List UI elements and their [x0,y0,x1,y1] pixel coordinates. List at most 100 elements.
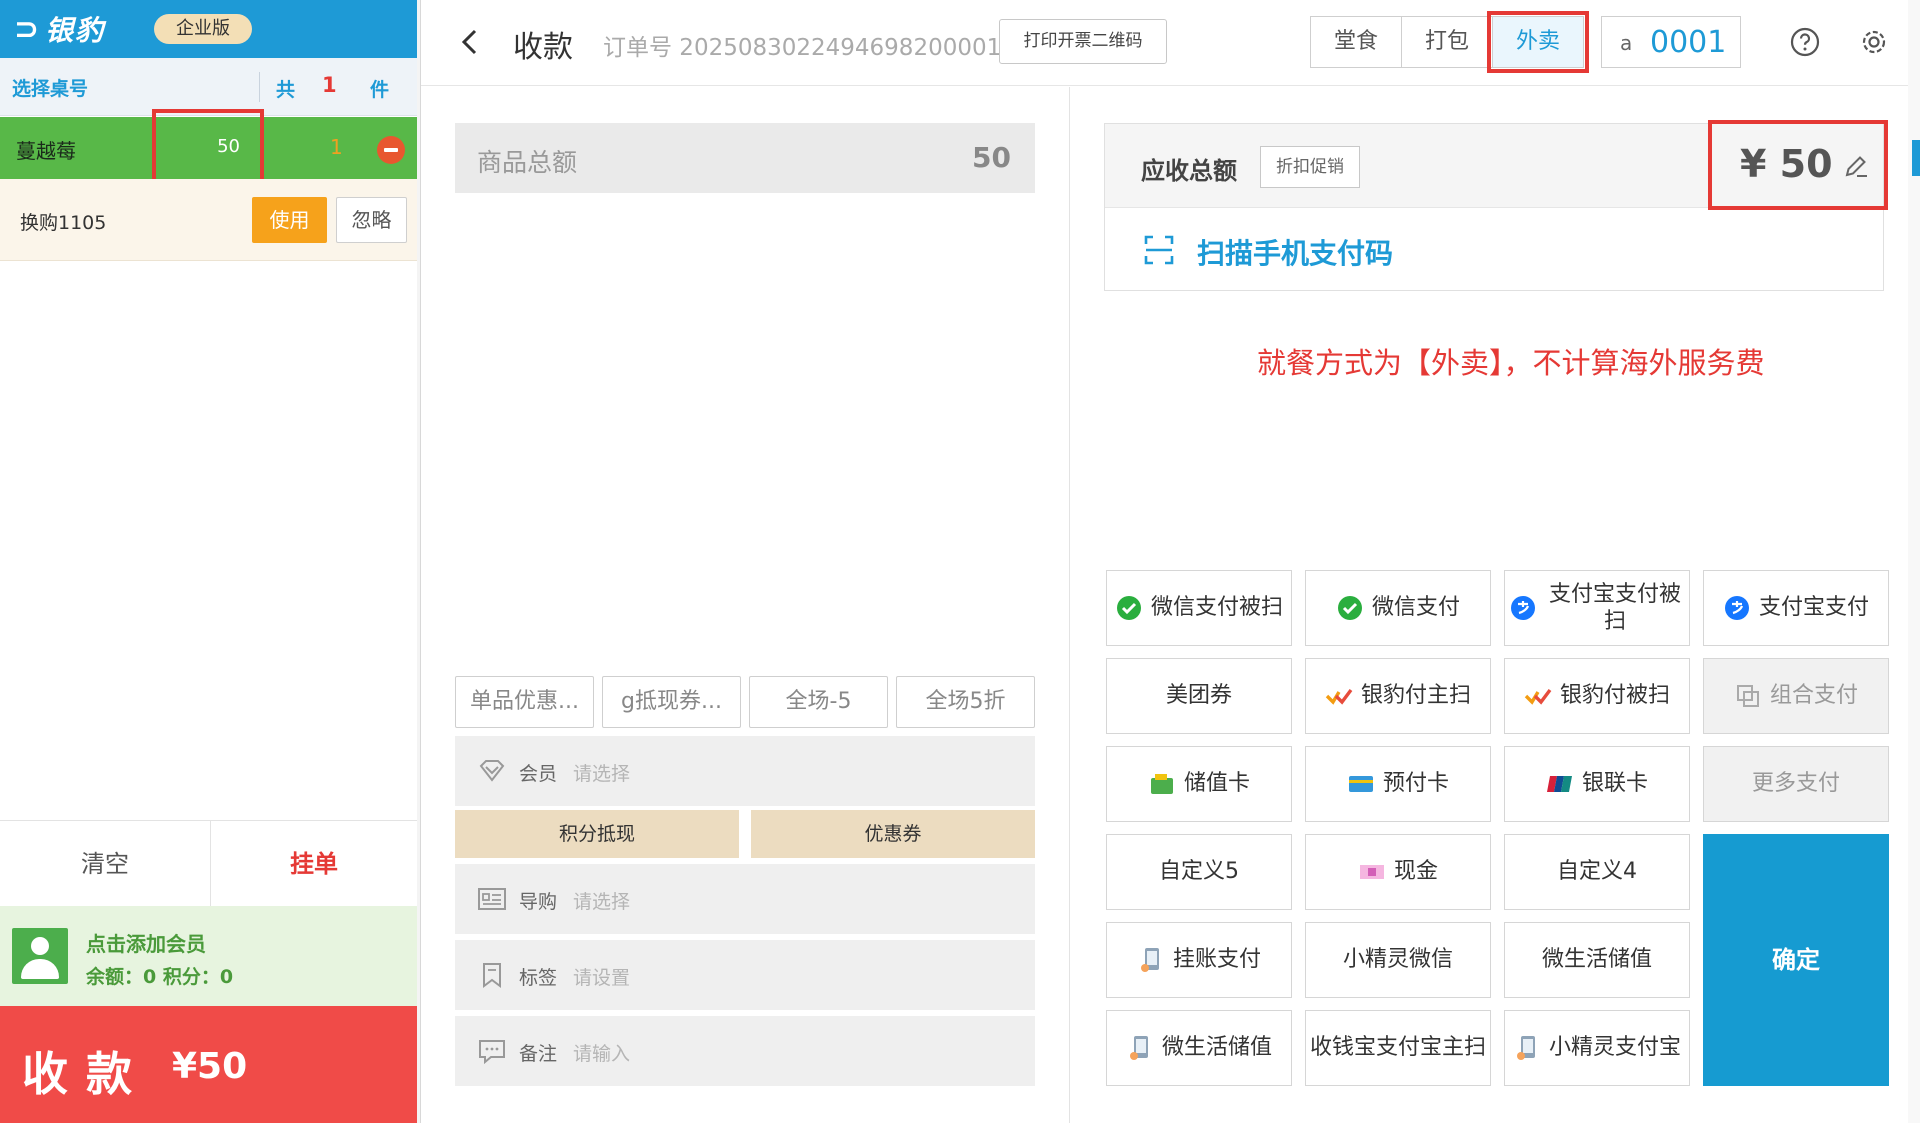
member-bar[interactable]: 点击添加会员 余额：0 积分：0 [0,906,417,1006]
coupon-button[interactable]: 优惠券 [751,810,1035,858]
guide-select-row[interactable]: 导购 请选择 [455,864,1035,934]
pay-cash[interactable]: 现金 [1305,834,1491,910]
help-icon[interactable] [1789,26,1821,58]
payment-method-grid: 微信支付被扫 微信支付 支付宝支付被扫 支付宝支付 美团券 银豹付主扫 银豹付被… [1106,570,1889,1088]
note-label: 备注 [519,1043,558,1065]
checkout-label: 收款 [22,1047,150,1101]
pay-yinbao-active-scan[interactable]: 银豹付主扫 [1305,658,1491,734]
pay-xiaojingling-wechat[interactable]: 小精灵微信 [1305,922,1491,998]
item-price-highlight [152,109,264,187]
print-invoice-qr-button[interactable]: 打印开票二维码 [999,19,1167,64]
wechat-icon [1337,596,1362,620]
hold-order-button[interactable]: 挂单 [211,821,417,907]
tag-select-row[interactable]: 标签 请设置 [455,940,1035,1010]
pay-label: 支付宝支付 [1758,595,1869,621]
table-number: 0001 [1650,25,1727,60]
pay-weishenghuo-stored-1[interactable]: 微生活储值 [1504,922,1690,998]
pay-wechat-scanned[interactable]: 微信支付被扫 [1106,570,1292,646]
phone-icon [1129,1036,1148,1060]
gear-icon[interactable] [1858,26,1890,58]
tab-delivery[interactable]: 外卖 [1487,11,1589,73]
pay-label: 微信支付被扫 [1150,595,1283,621]
pay-custom-5[interactable]: 自定义5 [1106,834,1292,910]
item-name: 蔓越莓 [16,139,76,163]
remove-item-icon[interactable] [377,136,405,164]
receivable-card: 应收总额 折扣促销 ¥ 50 扫描手机支付码 [1104,120,1888,291]
scan-payment-code-button[interactable]: 扫描手机支付码 [1197,232,1393,272]
table-number-field[interactable]: a 0001 [1601,16,1741,68]
pay-shouqianbao-alipay[interactable]: 收钱宝支付宝主扫 [1305,1010,1491,1086]
piece-label: 件 [370,79,390,101]
tab-dine-in[interactable]: 堂食 [1310,16,1402,68]
brand-logo-icon: ⊃ [14,11,42,47]
pay-yinbao-scanned[interactable]: 银豹付被扫 [1504,658,1690,734]
member-select-row[interactable]: 会员 请选择 [455,736,1035,806]
promo-tab-minus-5[interactable]: 全场-5 [749,676,888,728]
promo-tab-voucher[interactable]: g抵现券... [602,676,741,728]
pay-stored-value-card[interactable]: 储值卡 [1106,746,1292,822]
pay-alipay[interactable]: 支付宝支付 [1703,570,1889,646]
pay-weishenghuo-stored-2[interactable]: 微生活储值 [1106,1010,1292,1086]
promo-tab-half-off[interactable]: 全场5折 [896,676,1035,728]
discount-promo-button[interactable]: 折扣促销 [1260,146,1360,188]
guide-label: 导购 [519,891,558,913]
pay-label: 小精灵支付宝 [1548,1035,1681,1061]
add-member-link[interactable]: 点击添加会员 [86,928,206,957]
pay-label: 银豹付主扫 [1360,683,1471,709]
pay-label: 微生活储值 [1541,947,1652,973]
clear-button[interactable]: 清空 [0,821,211,907]
pos-order-panel: ⊃ 银豹 企业版 选择桌号 共 1 件 蔓越莓 50 1 换购1105 使用 忽… [0,0,417,1123]
select-table-button[interactable]: 选择桌号 [12,74,88,101]
pay-alipay-scanned[interactable]: 支付宝支付被扫 [1504,570,1690,646]
checkout-button[interactable]: 收款 ¥50 [0,1006,417,1123]
use-promo-button[interactable]: 使用 [252,197,327,243]
pay-more[interactable]: 更多支付 [1703,746,1889,822]
cash-icon [1359,865,1384,879]
pay-label: 支付宝支付被扫 [1548,581,1681,635]
brand-logo: ⊃ 银豹 [14,10,105,48]
note-placeholder: 请输入 [573,1043,631,1065]
note-input-row[interactable]: 备注 请输入 [455,1016,1035,1086]
bookmark-icon [483,963,501,988]
alipay-icon [1724,596,1749,620]
top-bar: ⊃ 银豹 企业版 [0,0,417,58]
pay-label: 收钱宝支付宝主扫 [1310,1035,1487,1061]
unionpay-icon [1546,776,1572,792]
pay-on-account[interactable]: 挂账支付 [1106,922,1292,998]
pay-unionpay-card[interactable]: 银联卡 [1504,746,1690,822]
pay-meituan-coupon[interactable]: 美团券 [1106,658,1292,734]
receivable-amount: ¥ 50 [1740,142,1833,186]
order-number: 订单号 2025083022494698200001 [603,35,1002,61]
confirm-button[interactable]: 确定 [1703,834,1889,1086]
tag-label: 标签 [519,967,558,989]
column-divider [1069,87,1070,1123]
pay-label: 挂账支付 [1172,947,1261,973]
promo-row: 换购1105 使用 忽略 [0,179,417,261]
member-placeholder: 请选择 [573,763,631,785]
pay-label: 自定义5 [1159,859,1239,885]
points-redeem-button[interactable]: 积分抵现 [455,810,739,858]
alipay-icon [1511,596,1535,620]
table-prefix: a [1620,31,1633,55]
pay-xiaojingling-alipay[interactable]: 小精灵支付宝 [1504,1010,1690,1086]
total-count: 1 [322,73,337,97]
tab-takeaway[interactable]: 打包 [1401,16,1493,68]
receivable-amount-box[interactable]: ¥ 50 [1708,120,1888,210]
edit-icon[interactable] [1842,152,1870,180]
pay-combined[interactable]: 组合支付 [1703,658,1889,734]
promo-tab-item-discount[interactable]: 单品优惠... [455,676,594,728]
total-label: 共 [276,79,296,101]
pay-label: 更多支付 [1751,771,1840,797]
pay-label: 微生活储值 [1161,1035,1272,1061]
ignore-promo-button[interactable]: 忽略 [336,197,407,243]
goods-total-label: 商品总额 [477,148,578,177]
pay-prepaid-card[interactable]: 预付卡 [1305,746,1491,822]
dine-mode-tabs: 堂食 打包 外卖 [1310,11,1589,73]
item-qty: 1 [330,135,343,159]
pay-label: 储值卡 [1183,771,1250,797]
back-icon[interactable] [457,28,485,56]
payment-dialog: 收款 订单号 2025083022494698200001 打印开票二维码 堂食… [420,0,1920,1123]
diamond-icon [479,760,505,782]
pay-wechat[interactable]: 微信支付 [1305,570,1491,646]
pay-custom-4[interactable]: 自定义4 [1504,834,1690,910]
